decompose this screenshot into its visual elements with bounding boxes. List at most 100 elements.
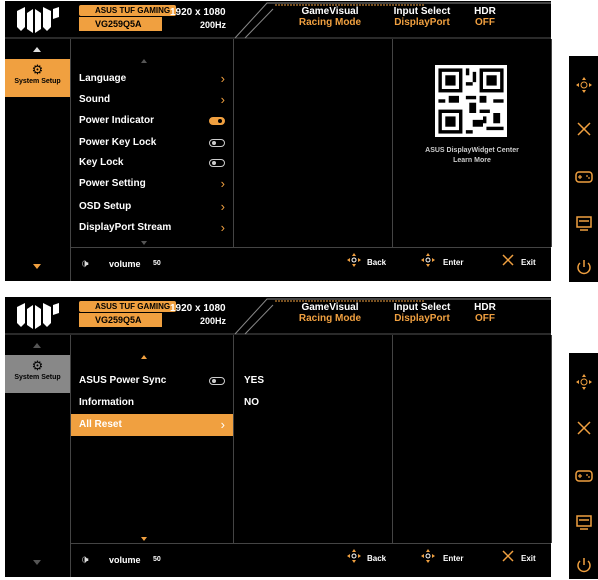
toggle-switch[interactable] [209, 159, 225, 167]
status-input-select: Input Select DisplayPort [377, 302, 467, 324]
scroll-down-arrow-icon[interactable] [33, 264, 41, 269]
qr-learn-more-link[interactable]: Learn More [393, 157, 551, 164]
close-icon[interactable] [575, 120, 593, 138]
gamepad-icon[interactable] [575, 168, 593, 186]
joystick-icon[interactable] [575, 373, 593, 391]
osd-screen-all-reset: ASUS TUF GAMING VG259Q5A 1920 x 1080 200… [5, 297, 552, 578]
refresh-rate-readout: 200Hz [200, 20, 227, 30]
gear-icon: ⚙ [31, 62, 44, 77]
joystick-icon[interactable] [575, 76, 593, 94]
refresh-rate-readout: 200Hz [200, 316, 227, 326]
joystick-icon [347, 253, 361, 267]
scroll-down-arrow-icon[interactable] [33, 560, 41, 565]
option-no[interactable]: NO [244, 397, 259, 408]
qr-caption: ASUS DisplayWidget Center [425, 147, 519, 154]
volume-label: volume [109, 555, 141, 565]
exit-button[interactable]: Exit [521, 554, 536, 563]
osd-header: ASUS TUF GAMING VG259Q5A 1920 x 1080 200… [5, 1, 551, 39]
status-gamevisual: GameVisual Racing Mode [285, 6, 375, 28]
chevron-up-icon [141, 59, 147, 63]
back-button[interactable]: Back [367, 258, 386, 267]
category-sidebar: ⚙ System Setup [5, 39, 71, 281]
qr-code-icon[interactable] [435, 65, 507, 137]
menu-item-information[interactable]: Information [71, 392, 233, 414]
status-hdr: HDR OFF [460, 302, 510, 324]
menu-item-label: DisplayPort Stream [79, 222, 172, 233]
status-gamevisual: GameVisual Racing Mode [285, 302, 375, 324]
status-label: HDR [474, 302, 496, 313]
enter-button[interactable]: Enter [443, 258, 463, 267]
model-number-badge: VG259Q5A [79, 17, 162, 31]
chevron-up-icon [141, 355, 147, 359]
osd-screen-system-setup: ASUS TUF GAMING VG259Q5A 1920 x 1080 200… [5, 1, 552, 282]
tab-label: System Setup [14, 78, 61, 85]
status-value: Racing Mode [298, 313, 362, 324]
menu-item-asus-power-sync[interactable]: ASUS Power Sync [71, 370, 233, 392]
menu-item-label: Information [79, 397, 134, 408]
input-icon[interactable] [575, 513, 593, 531]
menu-item-osd-setup[interactable]: OSD Setup › [71, 196, 233, 218]
close-icon[interactable] [575, 419, 593, 437]
chevron-right-icon: › [220, 176, 225, 191]
menu-item-displayport-stream[interactable]: DisplayPort Stream › [71, 217, 233, 239]
menu-item-sound[interactable]: Sound › [71, 89, 233, 111]
menu-item-power-key-lock[interactable]: Power Key Lock [71, 132, 233, 154]
gamepad-icon[interactable] [575, 467, 593, 485]
power-icon[interactable] [575, 556, 593, 574]
resolution-readout: 1920 x 1080 [170, 303, 226, 314]
info-column [393, 335, 552, 543]
tab-system-setup[interactable]: ⚙ System Setup [5, 59, 70, 97]
menu-item-all-reset[interactable]: All Reset › [71, 414, 233, 436]
exit-button[interactable]: Exit [521, 258, 536, 267]
status-label: GameVisual [301, 302, 359, 313]
menu-item-label: Power Key Lock [79, 137, 157, 148]
status-label: HDR [474, 6, 496, 17]
close-icon [502, 254, 514, 266]
volume-value: 50 [153, 556, 161, 563]
status-value: DisplayPort [394, 313, 450, 324]
menu-item-label: Key Lock [79, 157, 124, 168]
chevron-right-icon: › [220, 92, 225, 107]
chevron-right-icon: › [220, 71, 225, 86]
menu-item-label: Power Indicator [79, 115, 155, 126]
toggle-switch[interactable] [209, 139, 225, 147]
toggle-switch[interactable] [209, 117, 225, 125]
resolution-readout: 1920 x 1080 [170, 7, 226, 18]
tuf-logo-icon [17, 7, 59, 33]
power-icon[interactable] [575, 258, 593, 276]
chevron-down-icon [141, 241, 147, 245]
scroll-up-arrow-icon[interactable] [33, 343, 41, 348]
chevron-right-icon: › [220, 220, 225, 235]
toggle-switch[interactable] [209, 377, 225, 385]
menu-item-key-lock[interactable]: Key Lock [71, 152, 233, 174]
close-icon [502, 550, 514, 562]
monitor-key-strip [569, 353, 598, 579]
back-button[interactable]: Back [367, 554, 386, 563]
info-column: ASUS DisplayWidget Center Learn More [393, 39, 552, 247]
model-number-badge: VG259Q5A [79, 313, 162, 327]
menu-item-power-setting[interactable]: Power Setting › [71, 173, 233, 195]
model-series-badge: ASUS TUF GAMING [79, 301, 177, 312]
enter-button[interactable]: Enter [443, 554, 463, 563]
submenu-column [234, 39, 393, 247]
tab-label: System Setup [14, 374, 61, 381]
tuf-logo-icon [17, 303, 59, 329]
tab-system-setup[interactable]: ⚙ System Setup [5, 355, 70, 393]
menu-item-power-indicator[interactable]: Power Indicator [71, 110, 233, 132]
joystick-icon [347, 549, 361, 563]
menu-item-label: ASUS Power Sync [79, 375, 167, 386]
scroll-up-arrow-icon[interactable] [33, 47, 41, 52]
menu-item-label: All Reset [79, 419, 122, 430]
input-icon[interactable] [575, 214, 593, 232]
status-value: OFF [475, 313, 495, 324]
category-sidebar: ⚙ System Setup [5, 335, 71, 577]
status-value: DisplayPort [394, 17, 450, 28]
menu-item-label: Power Setting [79, 178, 146, 189]
option-yes[interactable]: YES [244, 375, 264, 386]
osd-footer: 🕩 volume 50 Back Enter Exit [71, 247, 551, 282]
menu-item-language[interactable]: Language › [71, 68, 233, 90]
osd-footer: 🕩 volume 50 Back Enter Exit [71, 543, 551, 578]
joystick-icon [421, 253, 435, 267]
volume-label: volume [109, 259, 141, 269]
menu-item-label: Language [79, 73, 127, 84]
